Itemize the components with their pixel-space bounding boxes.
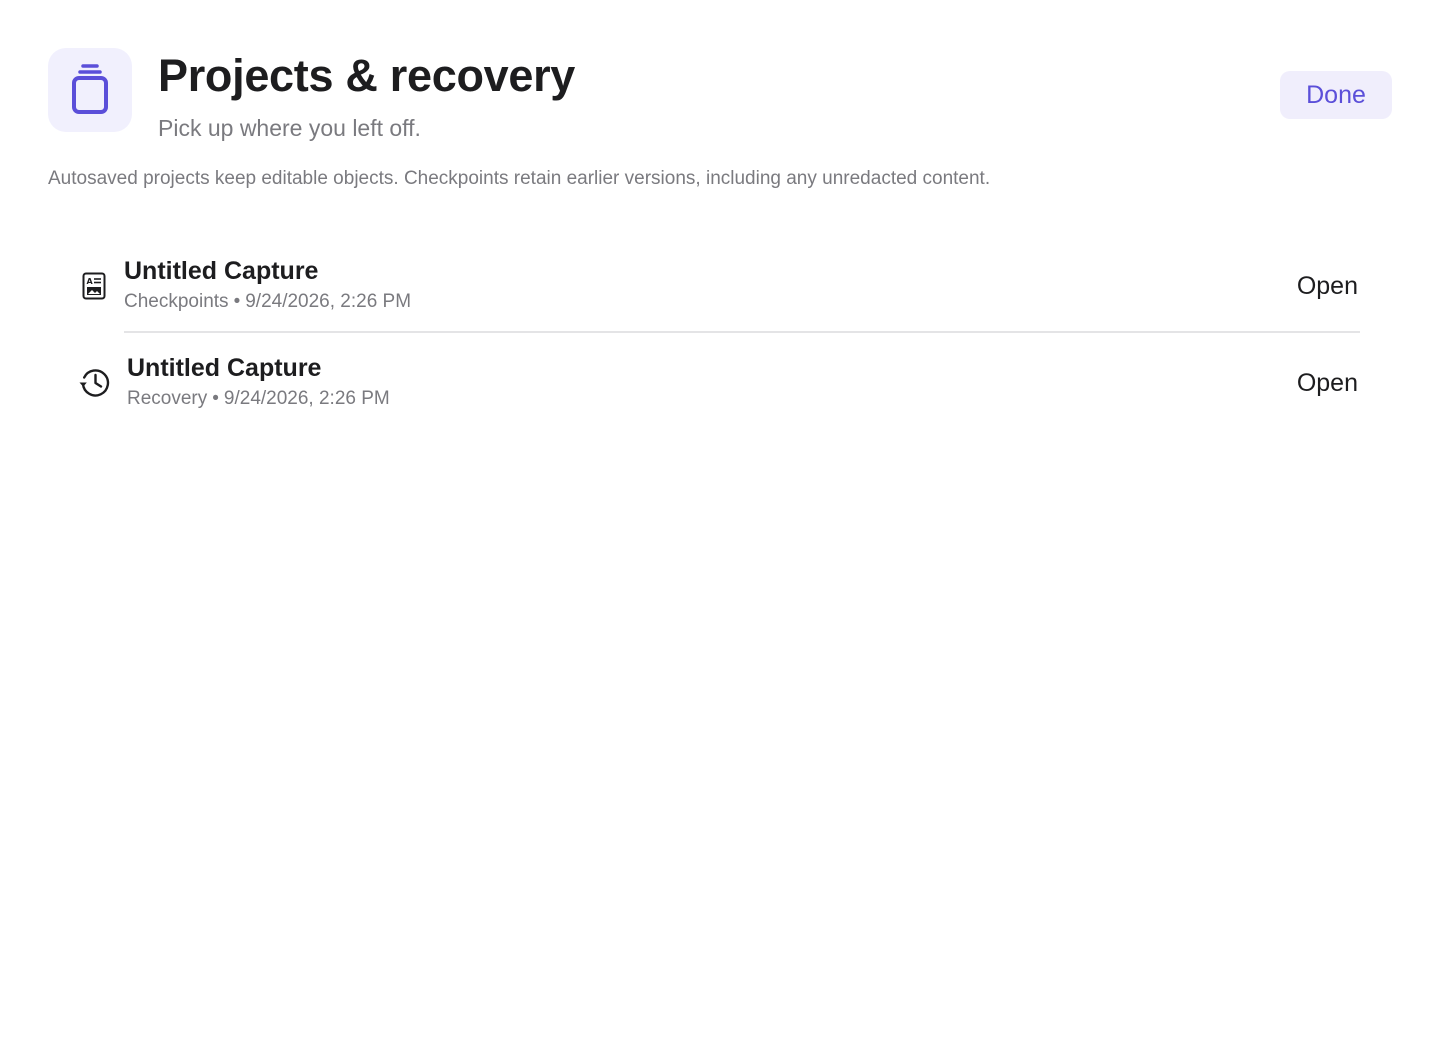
history-clock-icon [78,365,112,399]
meta-separator: • [233,291,241,312]
project-kind: Checkpoints [124,291,229,312]
project-row-checkpoints[interactable]: A Untitled Capture Checkpoints • 9/24/2026… [0,238,1440,334]
project-name: Untitled Capture [124,257,319,285]
project-timestamp: 9/24/2026, 2:26 PM [223,388,390,409]
row-divider [124,331,1360,333]
document-checkpoint-icon: A [80,271,107,301]
svg-text:A: A [86,277,93,286]
project-meta: Recovery • 9/24/2026, 2:26 PM [127,387,390,411]
projects-recovery-panel: Projects & recovery Pick up where you le… [0,0,1440,1040]
project-name: Untitled Capture [127,354,322,382]
meta-separator: • [212,388,219,409]
project-meta: Checkpoints • 9/24/2026, 2:26 PM [124,290,411,314]
done-button[interactable]: Done [1280,71,1392,119]
project-timestamp: 9/24/2026, 2:26 PM [245,291,412,312]
autosave-notice: Autosaved projects keep editable objects… [48,168,991,189]
open-button[interactable]: Open [1297,368,1358,398]
page-title: Projects & recovery [158,50,576,101]
project-kind: Recovery [127,388,208,409]
project-row-recovery[interactable]: Untitled Capture Recovery • 9/24/2026, 2:2… [0,335,1440,431]
open-button[interactable]: Open [1297,271,1358,301]
page-subtitle: Pick up where you left off. [158,115,421,141]
stacked-square-icon [48,48,132,132]
